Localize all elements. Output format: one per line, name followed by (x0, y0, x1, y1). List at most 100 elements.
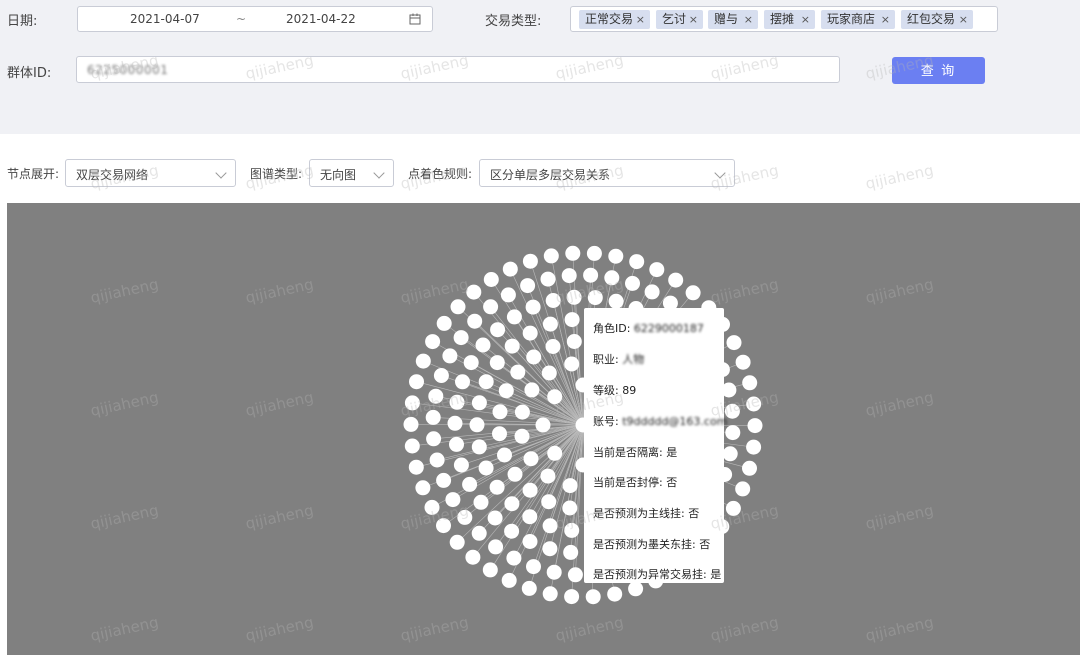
graph-node (475, 337, 491, 353)
tag-close-icon[interactable]: × (801, 10, 810, 29)
graph-node (649, 262, 665, 278)
trade-type-label: 交易类型: (485, 14, 542, 29)
color-rule-select[interactable]: 区分单层多层交易关系 (479, 159, 735, 187)
graph-node (522, 253, 538, 269)
date-end[interactable]: 2021-04-22 (286, 12, 356, 26)
graph-node (542, 586, 558, 602)
tooltip-account: 账号: t9ddddd@163.com (593, 415, 728, 428)
graph-node (564, 356, 580, 372)
graph-node (504, 338, 520, 354)
graph-node (447, 415, 463, 431)
filter-panel: 日期: 2021-04-07 ~ 2021-04-22 交易类型: 正常交易 × … (0, 0, 1080, 134)
graph-node (564, 589, 580, 605)
graph-node (425, 409, 441, 425)
graph-node (471, 395, 487, 411)
graph-canvas[interactable]: 角色ID: 6229000187 职业: 人物 等级: 89 账号: t9ddd… (7, 203, 1080, 655)
graph-node (415, 353, 431, 369)
graph-node (564, 522, 580, 538)
tooltip-banned: 当前是否封停: 否 (593, 476, 678, 489)
graph-node (473, 494, 489, 510)
graph-node (726, 335, 742, 351)
date-start[interactable]: 2021-04-07 (130, 12, 200, 26)
graph-node (487, 510, 503, 526)
graph-node (514, 428, 530, 444)
graph-node (540, 468, 556, 484)
graph-node (465, 549, 481, 565)
date-label: 日期: (7, 14, 38, 29)
tag-close-icon[interactable]: × (689, 10, 698, 29)
graph-node (404, 395, 420, 411)
graph-node (628, 581, 644, 597)
graph-node (409, 374, 424, 390)
calendar-icon[interactable] (409, 13, 421, 25)
graph-node (607, 586, 623, 602)
graph-node (490, 322, 506, 338)
tag-trade-type[interactable]: 摆摊 × (764, 10, 815, 29)
graph-node (466, 284, 482, 300)
graph-node (424, 499, 440, 515)
graph-node (604, 270, 620, 286)
chevron-down-icon (373, 167, 385, 179)
graph-node (450, 299, 466, 315)
graph-node (541, 365, 557, 381)
graph-node (742, 375, 758, 391)
query-button[interactable]: 查 询 (892, 57, 985, 84)
tag-trade-type[interactable]: 乞讨 × (656, 10, 703, 29)
tag-close-icon[interactable]: × (881, 10, 890, 29)
graph-node (514, 404, 530, 420)
graph-node (587, 290, 603, 306)
tag-trade-type[interactable]: 正常交易 × (579, 10, 650, 29)
graph-node (436, 315, 452, 331)
tag-trade-type[interactable]: 红包交易 × (901, 10, 973, 29)
graph-node (433, 368, 449, 383)
graph-node (668, 272, 684, 288)
network-graph[interactable] (7, 203, 1080, 655)
expand-value: 双层交易网络 (76, 168, 149, 182)
graph-node (462, 476, 478, 492)
graph-node (478, 460, 494, 476)
graph-node (545, 339, 561, 354)
graph-node (522, 509, 538, 525)
graph-type-select[interactable]: 无向图 (309, 159, 394, 187)
graph-node (525, 299, 541, 315)
graph-node (746, 439, 762, 455)
graph-node (540, 271, 556, 287)
expand-select[interactable]: 双层交易网络 (65, 159, 236, 187)
graph-node (722, 446, 738, 462)
graph-node (483, 272, 499, 287)
graph-node (542, 316, 558, 332)
graph-node (526, 349, 542, 365)
tag-trade-type[interactable]: 玩家商店 × (821, 10, 895, 29)
graph-node (522, 325, 538, 341)
graph-node (547, 389, 563, 405)
graph-node (543, 248, 559, 264)
graph-node (565, 245, 581, 261)
tooltip-dungeon-bot: 是否预测为墨关东挂: 否 (593, 538, 711, 551)
tag-trade-type[interactable]: 赠与 × (708, 10, 758, 29)
trade-type-multiselect[interactable]: 正常交易 × 乞讨 × 赠与 × 摆摊 × 玩家商店 × 红包交易 × (570, 6, 998, 32)
graph-node (436, 472, 452, 488)
graph-node (500, 287, 516, 303)
chevron-down-icon (714, 167, 726, 179)
graph-node (742, 460, 757, 476)
graph-node (725, 500, 741, 516)
graph-node (644, 284, 660, 300)
graph-node (492, 404, 508, 420)
graph-node (489, 479, 505, 495)
graph-node (625, 275, 640, 291)
graph-type-label: 图谱类型: (250, 167, 303, 181)
graph-node (498, 383, 514, 399)
graph-node (521, 580, 537, 596)
graph-node (526, 559, 541, 575)
group-id-value[interactable]: 6225000001 (87, 63, 168, 77)
graph-node (453, 330, 469, 346)
tag-close-icon[interactable]: × (744, 10, 753, 29)
graph-node (506, 550, 522, 566)
tag-close-icon[interactable]: × (636, 10, 645, 29)
date-range-picker[interactable]: 2021-04-07 ~ 2021-04-22 (77, 6, 433, 32)
graph-node (457, 509, 473, 525)
group-id-input[interactable]: 6225000001 (76, 56, 840, 83)
tag-close-icon[interactable]: × (959, 10, 968, 29)
graph-node (492, 426, 507, 442)
graph-node (449, 534, 465, 550)
